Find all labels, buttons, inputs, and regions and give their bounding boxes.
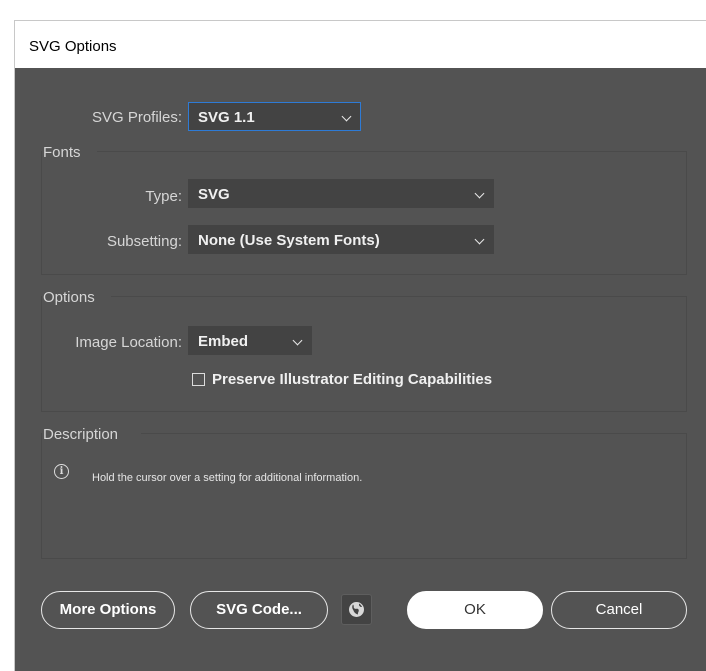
preserve-editing-checkbox[interactable] <box>192 373 205 386</box>
preserve-editing-label[interactable]: Preserve Illustrator Editing Capabilitie… <box>212 371 492 388</box>
options-group <box>41 296 687 412</box>
font-type-label: Type: <box>145 188 182 205</box>
description-group <box>41 433 687 559</box>
image-location-value: Embed <box>198 333 249 350</box>
subsetting-label: Subsetting: <box>106 233 182 250</box>
globe-icon <box>349 602 364 617</box>
svg-options-dialog: SVG Options SVG Profiles: SVG 1.1 Fonts … <box>14 20 706 671</box>
chevron-down-icon <box>474 188 485 199</box>
dialog-title: SVG Options <box>29 38 117 55</box>
options-group-top-border <box>111 296 687 297</box>
image-location-select[interactable]: Embed <box>188 326 312 355</box>
fonts-group-top-border <box>97 151 687 152</box>
fonts-group <box>41 151 687 275</box>
dialog-titlebar: SVG Options <box>15 21 706 68</box>
description-text: Hold the cursor over a setting for addit… <box>92 472 363 484</box>
font-type-select[interactable]: SVG <box>188 179 494 208</box>
image-location-label: Image Location: <box>75 334 182 351</box>
font-type-value: SVG <box>198 186 230 203</box>
fonts-group-corner <box>41 151 42 152</box>
subsetting-value: None (Use System Fonts) <box>198 232 380 249</box>
web-preview-button[interactable] <box>341 594 372 625</box>
chevron-down-icon <box>341 111 352 122</box>
svg-profiles-select[interactable]: SVG 1.1 <box>188 102 361 131</box>
subsetting-select[interactable]: None (Use System Fonts) <box>188 225 494 254</box>
svg-profiles-value: SVG 1.1 <box>198 109 255 126</box>
chevron-down-icon <box>292 335 303 346</box>
description-group-top-border <box>141 433 687 434</box>
cancel-button[interactable]: Cancel <box>551 591 687 629</box>
ok-button[interactable]: OK <box>407 591 543 629</box>
svg-profiles-label: SVG Profiles: <box>91 109 182 126</box>
chevron-down-icon <box>474 234 485 245</box>
info-icon: i <box>54 464 69 479</box>
svg-code-button[interactable]: SVG Code... <box>190 591 328 629</box>
more-options-button[interactable]: More Options <box>41 591 175 629</box>
